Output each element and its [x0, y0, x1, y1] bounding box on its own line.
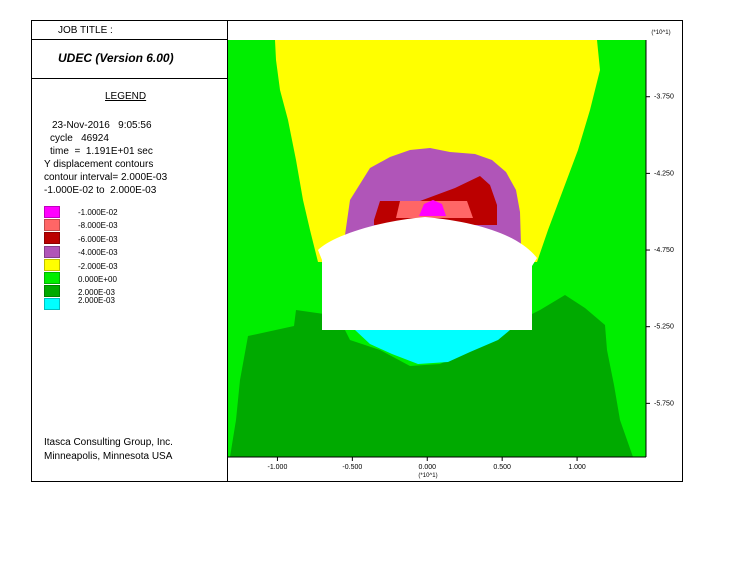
y-multiplier-label: (*10^1) [651, 30, 670, 36]
x-tick-label: 1.000 [568, 464, 586, 471]
contour-fills [228, 40, 646, 457]
y-tick-label: -5.250 [654, 324, 674, 331]
y-tick-label: -4.750 [654, 247, 674, 254]
x-tick-label: 0.500 [493, 464, 511, 471]
x-tick-label: -0.500 [342, 464, 362, 471]
x-tick-label: 0.000 [418, 464, 436, 471]
contour-plot: -1.000 -0.500 0.000 0.500 1.000 -3.750 -4.250… [228, 30, 674, 479]
y-ticks: -3.750 -4.250 -4.750 -5.250 -5.750 [646, 94, 674, 407]
y-tick-label: -4.250 [654, 170, 674, 177]
y-tick-label: -3.750 [654, 94, 674, 101]
x-tick-label: -1.000 [268, 464, 288, 471]
x-ticks: -1.000 -0.500 0.000 0.500 1.000 [268, 457, 586, 471]
y-tick-label: -5.750 [654, 400, 674, 407]
x-multiplier-label: (*10^1) [418, 473, 437, 479]
